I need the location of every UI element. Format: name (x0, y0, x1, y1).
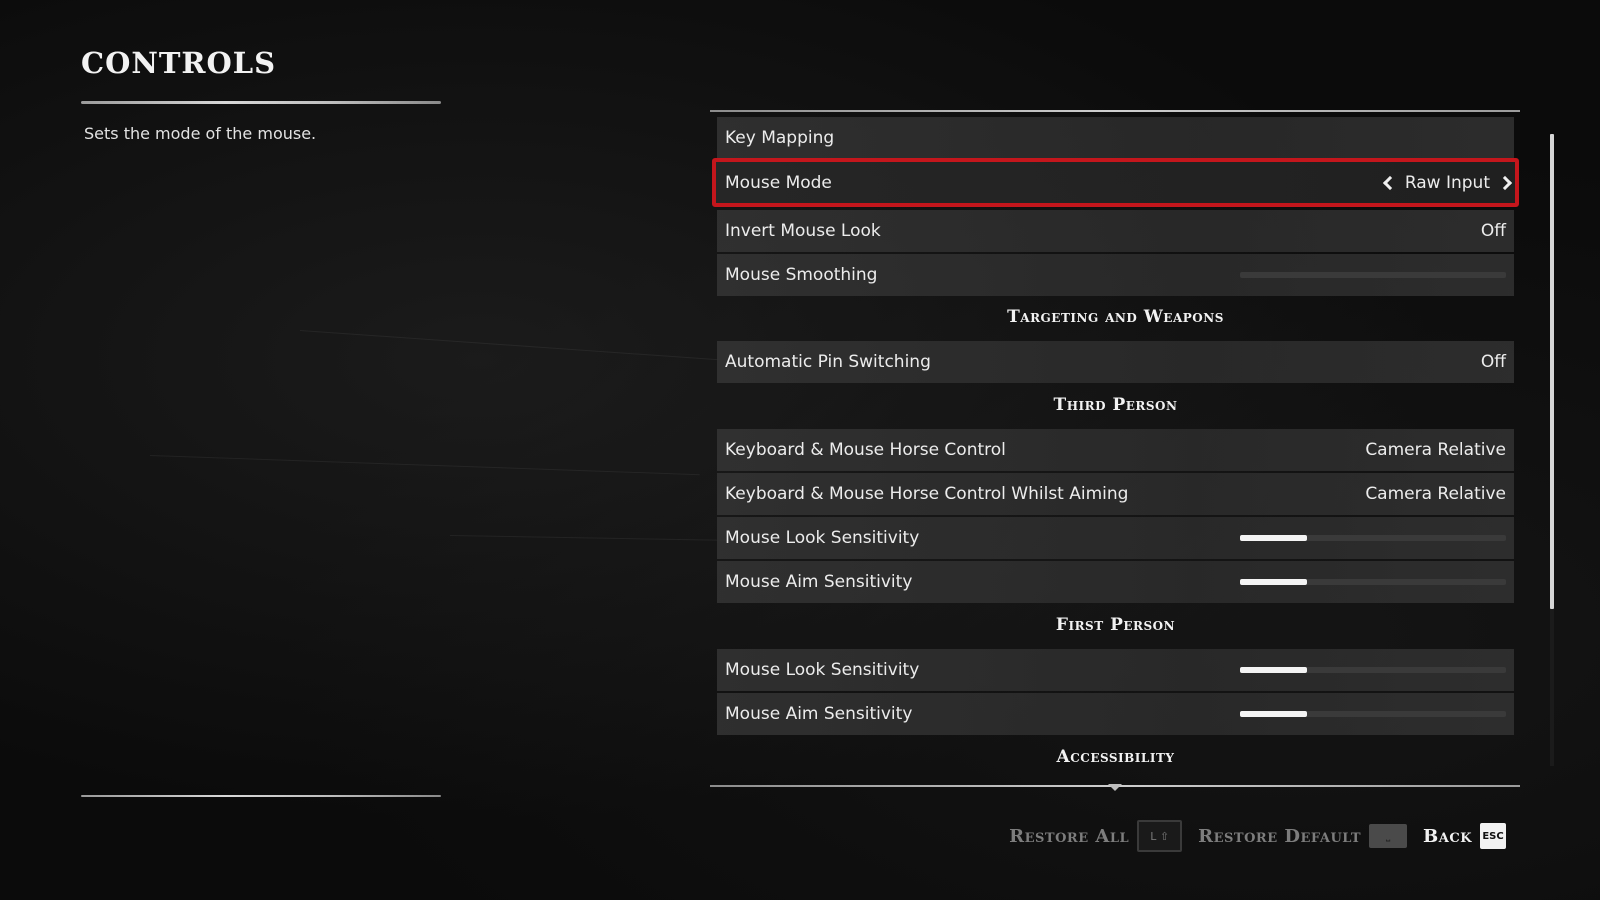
title-divider (81, 101, 441, 104)
chevron-right-icon[interactable] (1497, 175, 1513, 190)
mouse-smoothing-slider[interactable] (1240, 272, 1506, 278)
esc-key-icon: ESC (1480, 823, 1506, 849)
restore-default-button[interactable]: Restore Default ⎵ (1198, 824, 1408, 848)
row-label: Mouse Aim Sensitivity (725, 704, 913, 724)
restore-all-button[interactable]: Restore All L ⇧ (1009, 820, 1183, 852)
controls-screen: CONTROLS Sets the mode of the mouse. Key… (0, 0, 1600, 900)
restore-default-label: Restore Default (1198, 825, 1362, 847)
section-header-accessibility: Accessibility (1056, 747, 1175, 767)
settings-row-key-mapping[interactable]: Key Mapping (717, 117, 1514, 159)
row-label: Invert Mouse Look (725, 221, 881, 241)
section-header-third-person: Third Person (1053, 395, 1178, 415)
row-value: Off (1480, 221, 1506, 241)
scrollbar-thumb[interactable] (1550, 134, 1554, 609)
background-scratch (449, 535, 730, 541)
scroll-down-indicator-icon (1108, 784, 1122, 791)
settings-row-invert-mouse-look[interactable]: Invert Mouse Look Off (717, 210, 1514, 252)
row-label: Mouse Look Sensitivity (725, 660, 920, 680)
row-label: Mouse Mode (725, 172, 832, 193)
mouse-mode-selector[interactable]: Raw Input (1382, 172, 1513, 193)
background-scratch (149, 455, 700, 476)
row-value: Raw Input (1404, 172, 1490, 193)
settings-row-mouse-mode[interactable]: Mouse Mode Raw Input (712, 158, 1519, 207)
keyboard-key-icon: L ⇧ (1137, 820, 1183, 852)
background-scratch (299, 330, 720, 361)
settings-row-first-person-aim-sensitivity[interactable]: Mouse Aim Sensitivity (717, 693, 1514, 735)
settings-row-third-person-aim-sensitivity[interactable]: Mouse Aim Sensitivity (717, 561, 1514, 603)
row-label: Keyboard & Mouse Horse Control Whilst Ai… (725, 484, 1129, 504)
chevron-left-icon[interactable] (1382, 175, 1397, 190)
row-label: Automatic Pin Switching (725, 352, 931, 372)
row-value: Off (1480, 352, 1506, 372)
setting-description: Sets the mode of the mouse. (84, 124, 317, 143)
settings-row-horse-control-aiming[interactable]: Keyboard & Mouse Horse Control Whilst Ai… (717, 473, 1514, 515)
settings-row-first-person-look-sensitivity[interactable]: Mouse Look Sensitivity (717, 649, 1514, 691)
row-label: Keyboard & Mouse Horse Control (725, 440, 1006, 460)
section-header-first-person: First Person (1055, 615, 1176, 635)
back-label: Back (1423, 825, 1472, 847)
row-label: Mouse Aim Sensitivity (725, 572, 913, 592)
row-value: Camera Relative (1365, 440, 1506, 460)
settings-row-horse-control[interactable]: Keyboard & Mouse Horse Control Camera Re… (717, 429, 1514, 471)
slider-fill (1240, 535, 1307, 541)
third-person-aim-sensitivity-slider[interactable] (1240, 579, 1506, 585)
settings-scrollbar[interactable] (1550, 134, 1554, 766)
row-label: Mouse Smoothing (725, 265, 878, 285)
footer-actions: Restore All L ⇧ Restore Default ⎵ Back E… (1009, 820, 1506, 852)
description-bottom-divider (81, 795, 441, 797)
page-title: CONTROLS (81, 46, 277, 80)
first-person-look-sensitivity-slider[interactable] (1240, 667, 1506, 673)
slider-fill (1240, 711, 1307, 717)
settings-row-mouse-smoothing[interactable]: Mouse Smoothing (717, 254, 1514, 296)
settings-row-automatic-pin-switching[interactable]: Automatic Pin Switching Off (717, 341, 1514, 383)
slider-fill (1240, 579, 1307, 585)
row-value: Camera Relative (1365, 484, 1506, 504)
row-label: Key Mapping (725, 128, 835, 148)
restore-all-label: Restore All (1009, 825, 1130, 847)
row-label: Mouse Look Sensitivity (725, 528, 920, 548)
first-person-aim-sensitivity-slider[interactable] (1240, 711, 1506, 717)
list-top-divider (710, 110, 1520, 112)
third-person-look-sensitivity-slider[interactable] (1240, 535, 1506, 541)
slider-fill (1240, 667, 1307, 673)
section-header-targeting-and-weapons: Targeting and Weapons (1007, 307, 1224, 327)
spacebar-key-icon: ⎵ (1369, 824, 1408, 848)
settings-row-third-person-look-sensitivity[interactable]: Mouse Look Sensitivity (717, 517, 1514, 559)
back-button[interactable]: Back ESC (1423, 823, 1506, 849)
